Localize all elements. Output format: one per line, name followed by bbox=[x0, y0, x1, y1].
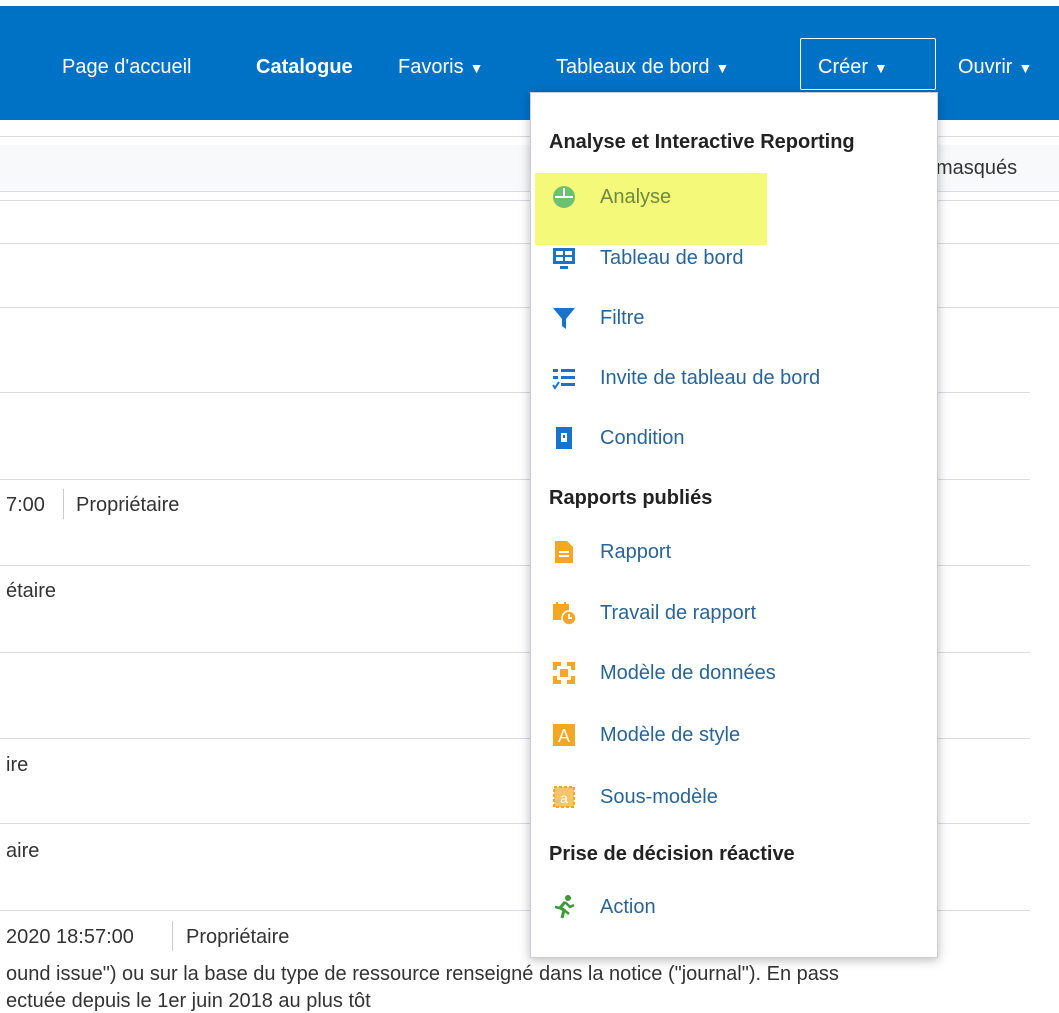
nav-tableaux-menu[interactable]: Tableaux de bord ▼ bbox=[556, 56, 729, 79]
top-edge bbox=[0, 0, 1059, 6]
menu-item-condition[interactable]: Condition bbox=[545, 416, 925, 462]
menu-section-rapports: Rapports publiés bbox=[549, 487, 713, 509]
menu-section-analyse: Analyse et Interactive Reporting bbox=[549, 131, 855, 153]
action-icon bbox=[551, 894, 577, 920]
prompt-list-icon bbox=[551, 365, 577, 391]
list-item-owner: étaire bbox=[6, 580, 57, 602]
menu-item-label: Modèle de données bbox=[600, 662, 776, 684]
nav-ouvrir-menu[interactable]: Ouvrir ▼ bbox=[958, 56, 1032, 79]
menu-item-tableau-de-bord[interactable]: Tableau de bord bbox=[545, 236, 925, 282]
list-item-owner: Propriétaire bbox=[76, 494, 180, 516]
menu-item-label: Sous-modèle bbox=[600, 786, 718, 808]
nav-favoris-menu[interactable]: Favoris ▼ bbox=[398, 56, 483, 79]
menu-item-label: Invite de tableau de bord bbox=[600, 367, 821, 389]
menu-item-action[interactable]: Action bbox=[545, 885, 925, 931]
style-template-icon: A bbox=[551, 722, 577, 748]
list-item-time: 7:00 bbox=[6, 494, 45, 516]
menu-item-rapport[interactable]: Rapport bbox=[545, 530, 925, 576]
nav-ouvrir-label: Ouvrir bbox=[958, 56, 1013, 78]
analysis-icon bbox=[551, 184, 577, 210]
nav-catalogue-link[interactable]: Catalogue bbox=[256, 56, 353, 79]
menu-item-label: Modèle de style bbox=[600, 724, 741, 746]
condition-icon bbox=[551, 425, 577, 451]
menu-item-modele-de-style[interactable]: A Modèle de style bbox=[545, 713, 925, 759]
menu-item-modele-de-donnees[interactable]: Modèle de données bbox=[545, 651, 925, 697]
create-dropdown-menu: Analyse et Interactive Reporting Analyse… bbox=[530, 92, 938, 958]
separator bbox=[63, 489, 64, 519]
dashboard-icon bbox=[551, 245, 577, 271]
list-item-owner: aire bbox=[6, 840, 40, 862]
chevron-down-icon: ▼ bbox=[1018, 60, 1033, 76]
separator bbox=[172, 921, 173, 951]
report-job-icon bbox=[551, 600, 577, 626]
chevron-down-icon: ▼ bbox=[874, 60, 888, 76]
menu-item-analyse[interactable]: Analyse bbox=[535, 173, 925, 245]
menu-item-invite[interactable]: Invite de tableau de bord bbox=[545, 356, 925, 402]
menu-item-travail-de-rapport[interactable]: Travail de rapport bbox=[545, 591, 925, 637]
menu-item-filtre[interactable]: Filtre bbox=[545, 296, 925, 342]
menu-item-sous-modele[interactable]: a Sous-modèle bbox=[545, 775, 925, 821]
svg-text:A: A bbox=[558, 726, 570, 746]
menu-item-label: Filtre bbox=[600, 307, 645, 329]
filter-icon bbox=[551, 305, 577, 331]
menu-item-label: Rapport bbox=[600, 541, 672, 563]
nav-favoris-label: Favoris bbox=[398, 56, 464, 78]
sub-template-icon: a bbox=[551, 784, 577, 810]
menu-item-label: Tableau de bord bbox=[600, 247, 744, 269]
menu-item-label: Travail de rapport bbox=[600, 602, 756, 624]
hidden-items-label[interactable]: masqués bbox=[936, 157, 1017, 180]
nav-creer-label: Créer bbox=[818, 56, 869, 78]
report-icon bbox=[551, 539, 577, 565]
nav-home-link[interactable]: Page d'accueil bbox=[62, 56, 191, 79]
list-item-owner: Propriétaire bbox=[186, 926, 290, 948]
data-model-icon bbox=[551, 660, 577, 686]
description-text: ound issue") ou sur la base du type de r… bbox=[6, 963, 839, 985]
list-item-time: 2020 18:57:00 bbox=[6, 926, 134, 948]
nav-tableaux-label: Tableaux de bord bbox=[556, 56, 710, 78]
chevron-down-icon: ▼ bbox=[469, 60, 484, 76]
menu-section-decision: Prise de décision réactive bbox=[549, 843, 795, 865]
list-item-owner: ire bbox=[6, 754, 29, 776]
menu-item-label: Action bbox=[600, 896, 656, 918]
menu-item-label: Analyse bbox=[600, 186, 672, 208]
nav-creer-menu[interactable]: Créer ▼ bbox=[818, 56, 888, 79]
menu-item-label: Condition bbox=[600, 427, 685, 449]
chevron-down-icon: ▼ bbox=[715, 60, 730, 76]
svg-text:a: a bbox=[560, 790, 568, 806]
